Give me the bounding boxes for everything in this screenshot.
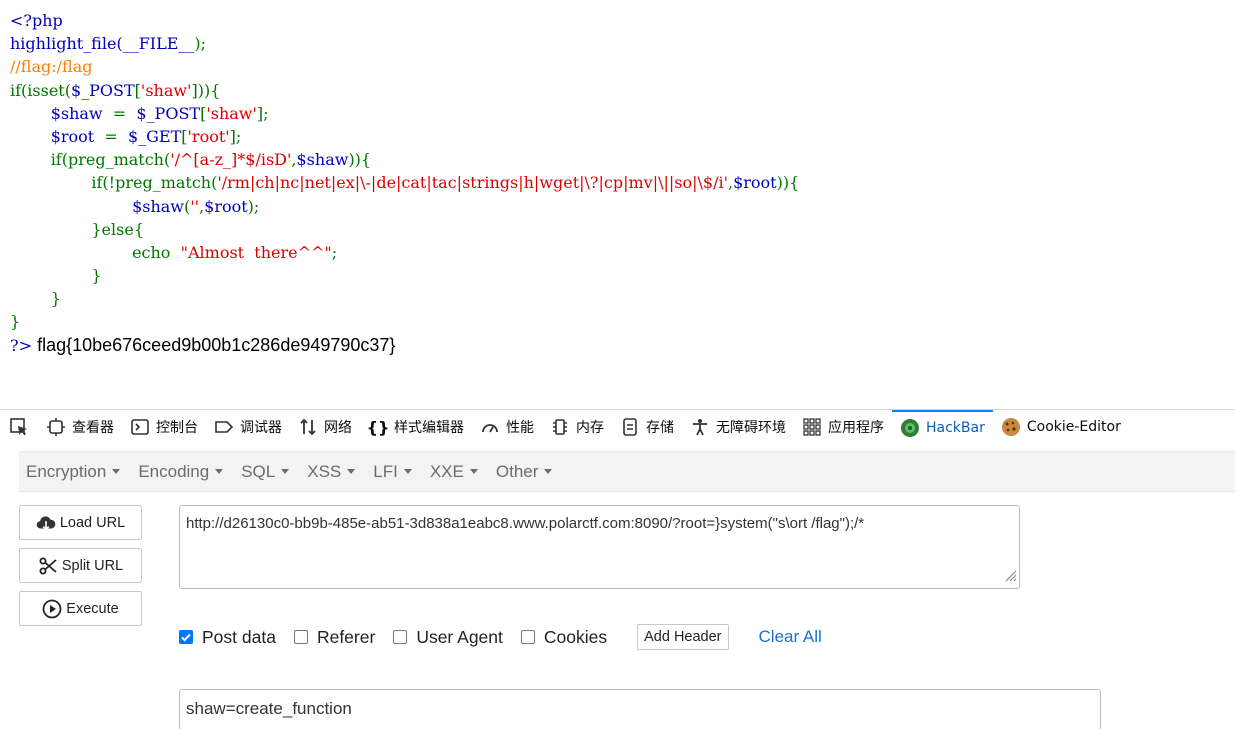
code-line: } (91, 266, 102, 286)
tab-cookie-editor[interactable]: Cookie-Editor (993, 410, 1129, 444)
style-editor-icon: {} (366, 417, 390, 437)
load-url-button[interactable]: Load URL (19, 505, 142, 540)
console-icon (130, 417, 150, 437)
code-line: $shaw = $_POST['shaw']; (50, 103, 269, 123)
accessibility-icon (690, 417, 710, 437)
chevron-down-icon (403, 469, 412, 474)
tab-memory[interactable]: 内存 (542, 410, 612, 444)
code-line: $shaw('',$root); (132, 196, 260, 216)
play-circle-icon (42, 599, 62, 619)
execute-button[interactable]: Execute (19, 591, 142, 626)
chevron-down-icon (112, 469, 121, 474)
clear-all-link[interactable]: Clear All (759, 627, 822, 647)
user-agent-checkbox[interactable]: User Agent (393, 627, 503, 648)
tab-performance[interactable]: 性能 (472, 410, 542, 444)
code-line: <?php (10, 11, 63, 30)
code-line: //flag:/flag (10, 57, 93, 77)
tab-console[interactable]: 控制台 (122, 410, 206, 444)
post-data-checkbox[interactable]: Post data (179, 627, 276, 648)
menu-sql[interactable]: SQL (234, 462, 296, 482)
code-line: if(isset($_POST['shaw'])){ (10, 80, 221, 100)
devtools-toolbar: 查看器 控制台 调试器 网络 {} 样式编辑器 性能 内存 存储 无障碍环境 应… (0, 409, 1235, 444)
code-line: } (50, 289, 61, 309)
checkbox-box[interactable] (293, 630, 308, 644)
hackbar-icon (900, 418, 920, 438)
menu-xxe[interactable]: XXE (423, 462, 485, 482)
cookie-icon (1001, 417, 1021, 437)
checkbox-box[interactable] (520, 630, 535, 644)
network-icon (298, 417, 318, 437)
menu-encoding[interactable]: Encoding (131, 462, 230, 482)
cloud-download-icon (36, 513, 56, 533)
tab-hackbar[interactable]: HackBar (892, 410, 993, 444)
tab-accessibility[interactable]: 无障碍环境 (682, 410, 794, 444)
chevron-down-icon (544, 469, 553, 474)
code-line: if(preg_match('/^[a-z_]*$/isD',$shaw)){ (50, 150, 372, 170)
element-picker-icon[interactable] (0, 410, 38, 444)
code-line: if(!preg_match('/rm|ch|nc|net|ex|\-|de|c… (91, 173, 800, 193)
chevron-down-icon (215, 469, 224, 474)
add-header-button[interactable]: Add Header (637, 624, 729, 650)
code-line: highlight_file(__FILE__); (10, 34, 207, 54)
chevron-down-icon (347, 469, 356, 474)
code-line: }else{ (91, 219, 144, 239)
tab-debugger[interactable]: 调试器 (206, 410, 290, 444)
menu-encryption[interactable]: Encryption (19, 462, 127, 482)
code-line: ?> flag{10be676ceed9b00b1c286de949790c37… (10, 334, 396, 355)
scissors-icon (38, 556, 58, 576)
checkbox-box[interactable] (393, 630, 408, 644)
code-line: $root = $_GET['root']; (50, 126, 242, 146)
hackbar-menu: Encryption Encoding SQL XSS LFI XXE Othe… (19, 451, 1235, 492)
inspector-icon (46, 417, 66, 437)
menu-xss[interactable]: XSS (300, 462, 362, 482)
request-options: Post data Referer User Agent Cookies Add… (179, 622, 822, 652)
tab-application[interactable]: 应用程序 (794, 410, 892, 444)
debugger-icon (214, 417, 234, 437)
menu-other[interactable]: Other (489, 462, 560, 482)
php-source-code: <?php highlight_file(__FILE__); //flag:/fl… (10, 9, 799, 357)
cookies-checkbox[interactable]: Cookies (520, 627, 607, 648)
chevron-down-icon (281, 469, 290, 474)
tab-storage[interactable]: 存储 (612, 410, 682, 444)
tab-inspector[interactable]: 查看器 (38, 410, 122, 444)
application-icon (802, 417, 822, 437)
chevron-down-icon (469, 469, 478, 474)
menu-lfi[interactable]: LFI (366, 462, 419, 482)
storage-icon (620, 417, 640, 437)
memory-icon (550, 417, 570, 437)
code-line: } (10, 312, 21, 332)
checkmark-icon[interactable] (179, 630, 193, 644)
split-url-button[interactable]: Split URL (19, 548, 142, 583)
referer-checkbox[interactable]: Referer (293, 627, 375, 648)
resize-handle-icon[interactable] (1003, 568, 1017, 586)
performance-icon (480, 417, 500, 437)
tab-style-editor[interactable]: {} 样式编辑器 (360, 410, 472, 444)
post-data-input[interactable]: shaw=create_function (179, 689, 1101, 729)
tab-network[interactable]: 网络 (290, 410, 360, 444)
code-line: echo "Almost there^^"; (132, 242, 338, 262)
url-input[interactable]: http://d26130c0-bb9b-485e-ab51-3d838a1ea… (179, 505, 1020, 589)
flag-output: flag{10be676ceed9b00b1c286de949790c37} (37, 334, 396, 355)
